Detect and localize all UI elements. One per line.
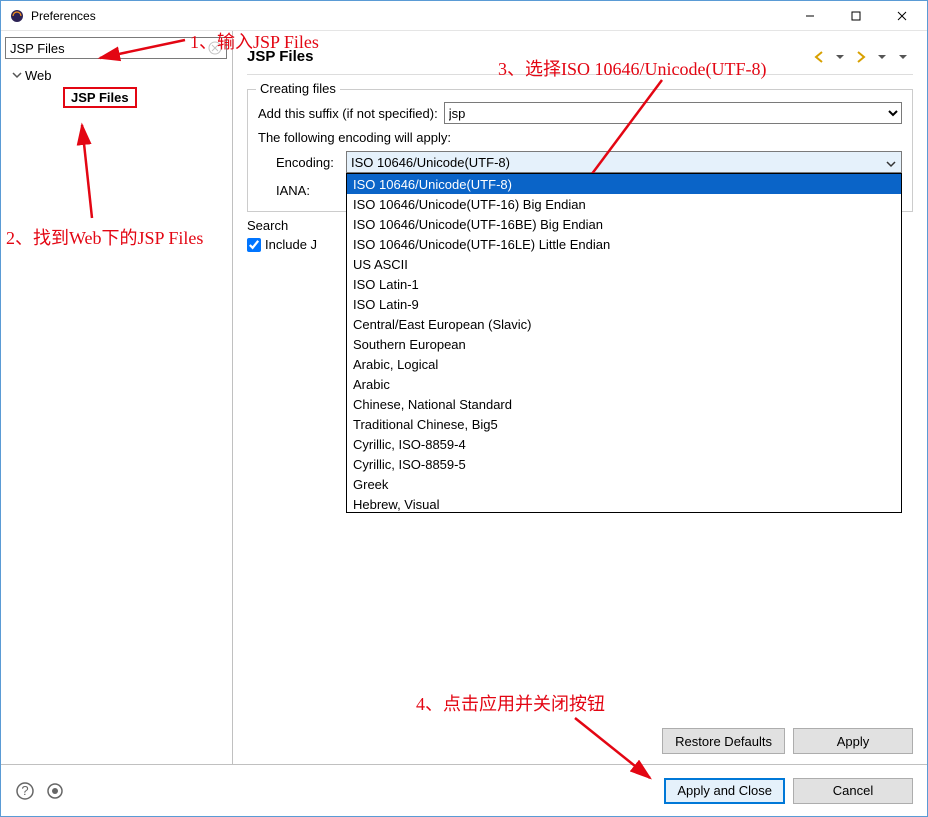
eclipse-icon [9,8,25,24]
main-panel: JSP Files Creating files Add [233,31,927,764]
encoding-option[interactable]: ISO 10646/Unicode(UTF-8) [347,174,901,194]
encoding-option[interactable]: Cyrillic, ISO-8859-5 [347,454,901,474]
main-header: JSP Files [247,39,913,75]
preferences-window: Preferences [0,0,928,817]
close-button[interactable] [879,1,925,30]
inner-button-row: Restore Defaults Apply [247,720,913,764]
chevron-down-icon [886,157,896,172]
encoding-option[interactable]: Hebrew, Visual [347,494,901,513]
filter-input[interactable] [5,37,227,59]
apply-button[interactable]: Apply [793,728,913,754]
clear-filter-icon[interactable] [208,41,222,55]
encoding-option[interactable]: ISO Latin-1 [347,274,901,294]
encoding-option[interactable]: Arabic [347,374,901,394]
group-title: Creating files [256,81,340,96]
include-jsp-label: Include J [265,237,317,252]
encoding-dropdown[interactable]: ISO 10646/Unicode(UTF-8)ISO 10646/Unicod… [346,173,902,513]
forward-icon[interactable] [851,47,871,67]
window-buttons [787,1,925,30]
nav-icons [809,47,913,67]
tree-label: Web [25,68,52,83]
page-title: JSP Files [247,48,809,65]
encoding-select-wrap: ISO 10646/Unicode(UTF-8) ISO 10646/Unico… [346,151,902,173]
include-jsp-checkbox[interactable] [247,238,261,252]
encoding-option[interactable]: ISO 10646/Unicode(UTF-16BE) Big Endian [347,214,901,234]
apply-and-close-button[interactable]: Apply and Close [664,778,785,804]
suffix-label: Add this suffix (if not specified): [258,106,438,121]
tree-item-web[interactable]: Web [5,65,228,85]
maximize-button[interactable] [833,1,879,30]
window-title: Preferences [31,9,787,23]
preferences-tree: Web JSP Files [5,65,228,108]
encoding-option[interactable]: ISO 10646/Unicode(UTF-16) Big Endian [347,194,901,214]
back-menu-icon[interactable] [830,47,850,67]
iana-label: IANA: [276,183,346,198]
titlebar: Preferences [1,1,927,31]
encoding-option[interactable]: Southern European [347,334,901,354]
back-icon[interactable] [809,47,829,67]
help-icon[interactable]: ? [15,781,35,801]
encoding-line: The following encoding will apply: [258,130,451,145]
suffix-select[interactable]: jsp [444,102,902,124]
minimize-button[interactable] [787,1,833,30]
tree-item-jsp-files[interactable]: JSP Files [63,87,137,108]
encoding-label: Encoding: [276,155,346,170]
svg-text:?: ? [21,783,28,798]
footer-left: ? [15,781,65,801]
forward-menu-icon[interactable] [872,47,892,67]
encoding-select[interactable]: ISO 10646/Unicode(UTF-8) [346,151,902,173]
encoding-option[interactable]: Traditional Chinese, Big5 [347,414,901,434]
cancel-button[interactable]: Cancel [793,778,913,804]
footer: ? Apply and Close Cancel [1,764,927,816]
encoding-option[interactable]: Cyrillic, ISO-8859-4 [347,434,901,454]
content: Web JSP Files JSP Files [1,31,927,764]
encoding-option[interactable]: Central/East European (Slavic) [347,314,901,334]
view-menu-icon[interactable] [893,47,913,67]
filter-wrap [5,37,228,59]
encoding-option[interactable]: Arabic, Logical [347,354,901,374]
restore-defaults-button[interactable]: Restore Defaults [662,728,785,754]
encoding-value: ISO 10646/Unicode(UTF-8) [351,155,510,170]
encoding-option[interactable]: Greek [347,474,901,494]
encoding-option[interactable]: ISO 10646/Unicode(UTF-16LE) Little Endia… [347,234,901,254]
chevron-down-icon[interactable] [11,69,23,81]
import-export-icon[interactable] [45,781,65,801]
encoding-option[interactable]: ISO Latin-9 [347,294,901,314]
creating-files-group: Creating files Add this suffix (if not s… [247,89,913,212]
encoding-option[interactable]: US ASCII [347,254,901,274]
sidebar: Web JSP Files [1,31,233,764]
encoding-option[interactable]: Chinese, National Standard [347,394,901,414]
